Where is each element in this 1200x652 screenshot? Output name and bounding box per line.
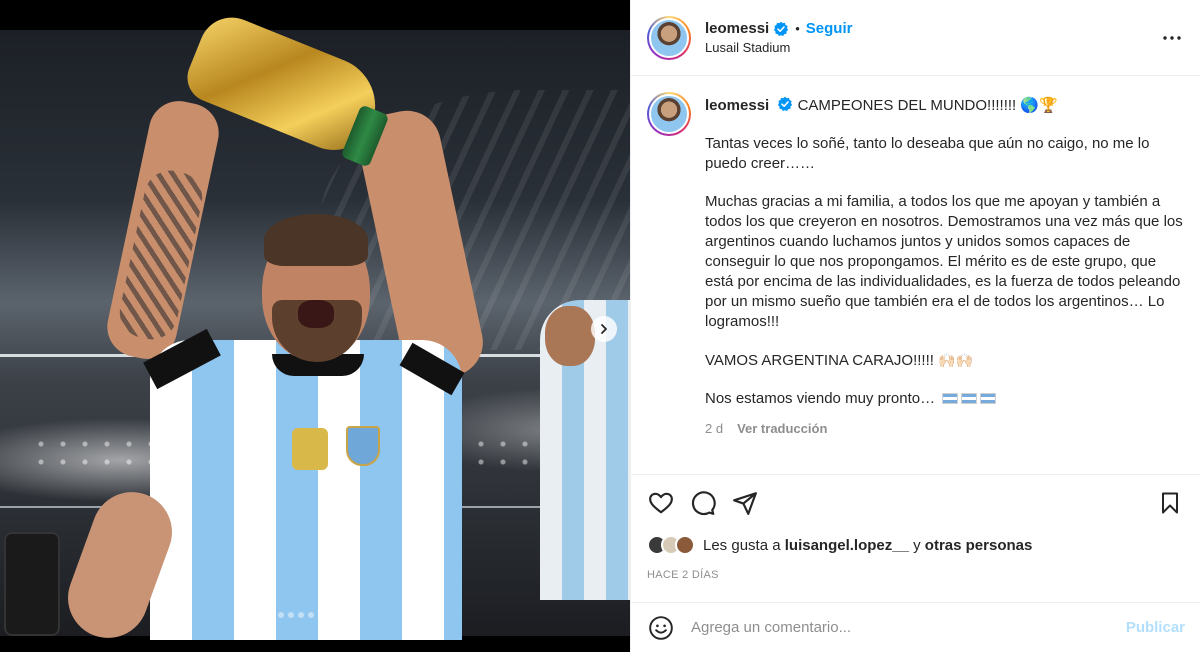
player-mouth xyxy=(298,300,334,328)
post-location[interactable]: Lusail Stadium xyxy=(705,40,1158,55)
bookmark-icon xyxy=(1162,492,1178,514)
carousel-dot xyxy=(328,612,334,618)
carousel-dot xyxy=(268,612,274,618)
comment-input[interactable] xyxy=(691,619,1126,636)
raised-hands-emoji: 🙌🏻🙌🏻 xyxy=(938,352,973,368)
follow-button[interactable]: Seguir xyxy=(806,20,853,37)
verified-badge-icon xyxy=(773,21,789,37)
avatar-image xyxy=(649,17,689,58)
share-button[interactable] xyxy=(731,489,759,517)
like-button[interactable] xyxy=(647,489,675,517)
emoji-picker-button[interactable] xyxy=(647,614,675,642)
caption-text: leomessi CAMPEONES DEL MUNDO!!!!!!! 🌎🏆 T… xyxy=(705,92,1184,439)
see-translation-button[interactable]: Ver traducción xyxy=(737,419,827,439)
ellipsis-horizontal-icon xyxy=(1163,35,1181,40)
verified-badge-icon xyxy=(777,96,793,112)
post-header: leomessi • Seguir Lusail Stadium xyxy=(631,0,1200,76)
add-comment-bar: Publicar xyxy=(631,602,1200,652)
instagram-post: leomessi • Seguir Lusail Stadium leomess… xyxy=(0,0,1200,652)
likes-prefix: Les gusta a xyxy=(703,536,781,554)
carousel-dot-active xyxy=(258,612,264,618)
other-likers-link[interactable]: otras personas xyxy=(925,537,1033,554)
more-options-button[interactable] xyxy=(1158,24,1186,52)
liker-username[interactable]: luisangel.lopez__ xyxy=(785,537,909,554)
carousel-next-button[interactable] xyxy=(591,316,617,342)
afa-crest xyxy=(346,426,380,466)
caption-closing: Nos estamos viendo muy pronto… xyxy=(705,390,936,407)
argentina-flag-icon xyxy=(980,393,997,404)
comment-button[interactable] xyxy=(689,489,717,517)
carousel-indicator xyxy=(258,612,334,618)
carousel-dot xyxy=(288,612,294,618)
caption-section: leomessi CAMPEONES DEL MUNDO!!!!!!! 🌎🏆 T… xyxy=(631,76,1200,474)
argentina-flag-icon xyxy=(942,393,959,404)
action-icons xyxy=(647,489,1184,517)
save-button[interactable] xyxy=(1156,489,1184,517)
post-side-panel: leomessi • Seguir Lusail Stadium leomess… xyxy=(630,0,1200,652)
teammate-head xyxy=(545,306,595,366)
author-avatar[interactable] xyxy=(647,15,691,60)
likes-summary: Les gusta a luisangel.lopez__ y otras pe… xyxy=(647,535,1184,555)
author-username[interactable]: leomessi xyxy=(705,20,769,37)
author-info: leomessi • Seguir Lusail Stadium xyxy=(705,20,1158,55)
carousel-dot xyxy=(298,612,304,618)
post-media[interactable] xyxy=(0,0,630,652)
separator-dot: • xyxy=(795,21,800,36)
comment-icon xyxy=(691,491,716,516)
likes-connector: y xyxy=(913,536,921,554)
champion-badge xyxy=(292,428,328,470)
caption-username[interactable]: leomessi xyxy=(705,97,769,114)
caption-paragraph: Nos estamos viendo muy pronto… xyxy=(705,389,1184,409)
liker-avatar xyxy=(675,535,695,555)
fan-phone xyxy=(4,532,60,636)
caption-paragraph: VAMOS ARGENTINA CARAJO!!!!! 🙌🏻🙌🏻 xyxy=(705,350,1184,371)
caption-paragraph: Muchas gracias a mi familia, a todos los… xyxy=(705,193,1183,330)
avatar-image xyxy=(649,94,689,134)
caption-comment: leomessi CAMPEONES DEL MUNDO!!!!!!! 🌎🏆 T… xyxy=(647,92,1184,439)
caption-meta: 2 d Ver traducción xyxy=(705,419,1184,439)
send-icon xyxy=(733,492,757,515)
heart-icon xyxy=(649,492,673,514)
argentina-flag-icon xyxy=(961,393,978,404)
caption-author-avatar[interactable] xyxy=(647,92,691,136)
caption-paragraph: Tantas veces lo soñé, tanto lo deseaba q… xyxy=(705,135,1150,172)
publish-button[interactable]: Publicar xyxy=(1126,619,1185,636)
argentina-jersey xyxy=(150,340,462,640)
caption-time: 2 d xyxy=(705,421,724,436)
post-timestamp[interactable]: HACE 2 DÍAS xyxy=(647,569,1184,581)
player-hair xyxy=(264,214,368,266)
caption-cheer: VAMOS ARGENTINA CARAJO!!!!! xyxy=(705,352,934,369)
chevron-right-icon xyxy=(601,324,607,334)
carousel-dot xyxy=(318,612,324,618)
post-actions: Les gusta a luisangel.lopez__ y otras pe… xyxy=(631,474,1200,581)
carousel-dot xyxy=(278,612,284,618)
caption-headline: CAMPEONES DEL MUNDO!!!!!!! 🌎🏆 xyxy=(797,97,1058,114)
liker-avatars[interactable] xyxy=(647,535,695,555)
smiley-icon xyxy=(649,615,673,640)
carousel-dot xyxy=(308,612,314,618)
